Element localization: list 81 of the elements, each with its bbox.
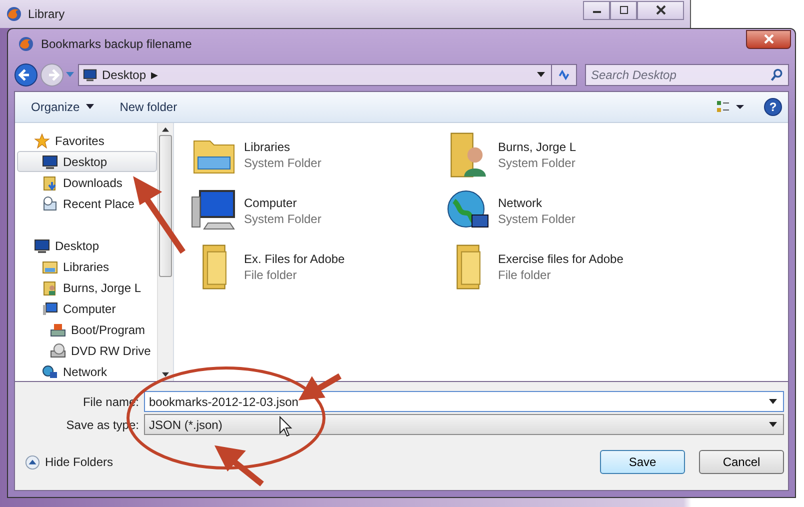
caret-icon	[86, 104, 94, 110]
file-item[interactable]: Network System Folder	[444, 183, 772, 239]
file-type: System Folder	[244, 156, 322, 170]
sidebar-item[interactable]: DVD RW Drive	[17, 340, 157, 361]
file-type: System Folder	[498, 212, 576, 226]
fox-globe-icon	[6, 6, 22, 22]
sidebar-item[interactable]: Boot/Program	[17, 319, 157, 340]
folder-icon	[201, 243, 227, 291]
sidebar-item[interactable]: Network	[17, 361, 157, 381]
user-folder-icon	[42, 280, 58, 296]
search-field[interactable]: Search Desktop	[585, 64, 789, 86]
sidebar-item[interactable]: Computer	[17, 298, 157, 319]
monitor-icon	[83, 68, 97, 82]
sidebar-item[interactable]: Burns, Jorge L	[17, 277, 157, 298]
window-title: Library	[28, 7, 65, 21]
file-name: Libraries	[244, 140, 292, 154]
file-type: File folder	[498, 268, 552, 282]
maximize-icon	[618, 5, 628, 15]
globe-computer-icon	[42, 364, 58, 380]
file-type: System Folder	[498, 156, 576, 170]
star-icon	[34, 132, 50, 148]
file-name-field[interactable]: bookmarks-2012-12-03.json	[144, 391, 784, 412]
address-bar[interactable]: Desktop ▶	[78, 64, 552, 86]
new-folder-button[interactable]: New folder	[112, 97, 186, 117]
file-name: Computer	[244, 196, 298, 210]
close-icon	[764, 34, 774, 44]
monitor-icon	[34, 238, 50, 254]
sidebar-item[interactable]: Libraries	[17, 256, 157, 277]
file-name: Network	[498, 196, 544, 210]
file-name: Burns, Jorge L	[498, 140, 576, 154]
fox-globe-icon	[18, 36, 34, 52]
back-icon[interactable]	[14, 63, 38, 87]
refresh-button[interactable]	[551, 64, 577, 86]
arrow-annotation	[214, 445, 264, 486]
file-item[interactable]: Computer System Folder	[190, 183, 444, 239]
computer-icon	[42, 300, 58, 316]
caret-icon[interactable]	[537, 72, 545, 78]
file-item[interactable]: Ex. Files for Adobe File folder	[190, 239, 444, 295]
save-button[interactable]: Save	[600, 450, 685, 474]
folder-icon	[455, 243, 481, 291]
file-item[interactable]: Burns, Jorge L System Folder	[444, 127, 772, 183]
close-button[interactable]	[746, 30, 791, 48]
file-item[interactable]: Exercise files for Adobe File folder	[444, 239, 772, 295]
file-name: Ex. Files for Adobe	[244, 252, 345, 266]
hard-drive-icon	[50, 322, 66, 338]
file-name: Exercise files for Adobe	[498, 252, 624, 266]
monitor-icon	[42, 154, 58, 170]
sidebar-item[interactable]: Recent Place	[17, 193, 157, 214]
download-folder-icon	[42, 174, 58, 190]
help-button[interactable]: ?	[764, 98, 782, 116]
clock-computer-icon	[42, 196, 58, 212]
dialog-title: Bookmarks backup filename	[41, 37, 192, 51]
file-type-dropdown[interactable]: JSON (*.json)	[144, 414, 784, 435]
scrollbar-thumb[interactable]	[159, 135, 172, 277]
close-button[interactable]	[637, 0, 684, 20]
scroll-down-icon[interactable]	[162, 372, 169, 377]
search-icon	[770, 68, 784, 82]
sidebar-item[interactable]: Desktop	[17, 151, 157, 172]
sidebar-item[interactable]: Favorites	[17, 130, 157, 151]
sidebar-item[interactable]: Desktop	[17, 235, 157, 256]
minimize-button[interactable]	[583, 0, 610, 20]
breadcrumb-arrow[interactable]: ▶	[151, 70, 158, 80]
file-type: File folder	[244, 268, 298, 282]
address-location: Desktop	[102, 68, 146, 82]
cancel-button[interactable]: Cancel	[699, 450, 784, 474]
sidebar-item[interactable]: Downloads	[17, 172, 157, 193]
caret-icon	[769, 398, 777, 404]
organize-button[interactable]: Organize	[23, 97, 102, 117]
file-item[interactable]: Libraries System Folder	[190, 127, 444, 183]
cursor-icon	[280, 416, 292, 437]
caret-icon	[769, 422, 777, 428]
library-folder-icon	[42, 258, 58, 274]
view-list-icon	[716, 99, 746, 115]
arrow-annotation	[298, 373, 342, 400]
disc-drive-icon	[50, 342, 66, 358]
file-type: System Folder	[244, 212, 322, 226]
scroll-up-icon[interactable]	[162, 127, 169, 132]
user-folder-icon	[448, 131, 488, 179]
close-icon	[656, 5, 666, 15]
maximize-button[interactable]	[610, 0, 637, 20]
hide-folders-button[interactable]: Hide Folders	[25, 454, 114, 470]
